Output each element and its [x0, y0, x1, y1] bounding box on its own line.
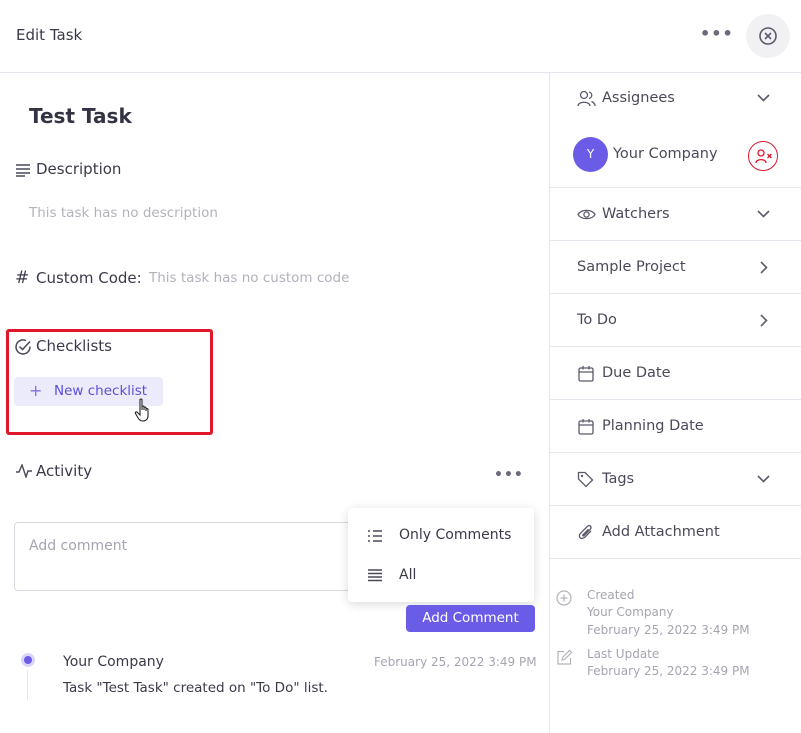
created-label: Created [587, 588, 635, 602]
chevron-right-icon [760, 314, 768, 327]
chevron-down-icon [757, 210, 770, 218]
timeline-line [27, 670, 28, 700]
paperclip-icon [578, 524, 592, 540]
chevron-right-icon [760, 261, 768, 274]
task-title[interactable]: Test Task [29, 104, 132, 128]
checklist-icon [15, 339, 31, 355]
description-label: Description [36, 160, 122, 178]
due-date-row[interactable]: Due Date [550, 347, 801, 400]
filter-all-label: All [399, 567, 417, 583]
filter-only-comments[interactable]: Only Comments [348, 518, 534, 554]
checklists-label: Checklists [36, 337, 112, 355]
eye-icon [577, 209, 596, 220]
list-icon [368, 530, 382, 542]
chevron-down-icon [757, 475, 770, 483]
edit-icon [557, 649, 573, 665]
timeline-dot [21, 653, 35, 667]
watchers-label: Watchers [602, 206, 670, 222]
chevron-down-icon[interactable] [757, 94, 770, 102]
tag-icon [577, 471, 594, 488]
more-options-button[interactable]: ••• [700, 22, 733, 48]
calendar-icon [578, 366, 594, 382]
description-icon [16, 164, 30, 177]
watchers-row[interactable]: Watchers [550, 188, 801, 241]
hash-icon: # [15, 268, 30, 288]
remove-assignee-button[interactable] [748, 141, 778, 171]
list-label: To Do [577, 312, 617, 328]
modal-title: Edit Task [16, 26, 83, 44]
tags-row[interactable]: Tags [550, 453, 801, 506]
add-attachment-label: Add Attachment [602, 524, 720, 540]
activity-user: Your Company [63, 654, 164, 670]
add-attachment-row[interactable]: Add Attachment [550, 506, 801, 559]
activity-filter-button[interactable]: ••• [494, 463, 523, 489]
planning-date-label: Planning Date [602, 418, 704, 434]
custom-code-label: Custom Code: [36, 269, 142, 287]
due-date-label: Due Date [602, 365, 671, 381]
list-row[interactable]: To Do [550, 294, 801, 347]
new-checklist-label: New checklist [54, 383, 148, 399]
modal-header [0, 0, 801, 73]
assignees-label[interactable]: Assignees [602, 90, 675, 106]
plus-icon: + [29, 381, 43, 400]
activity-label: Activity [36, 462, 93, 480]
comment-placeholder: Add comment [29, 538, 128, 554]
description-text[interactable]: This task has no description [29, 205, 218, 221]
hand-cursor-icon [134, 398, 149, 422]
lines-icon [368, 569, 382, 582]
planning-date-row[interactable]: Planning Date [550, 400, 801, 453]
close-button[interactable] [746, 14, 790, 58]
activity-icon [16, 464, 32, 478]
avatar[interactable]: Y [573, 137, 608, 172]
filter-all[interactable]: All [348, 558, 534, 594]
activity-date: February 25, 2022 3:49 PM [374, 655, 537, 669]
users-icon [577, 90, 596, 107]
activity-text: Task "Test Task" created on "To Do" list… [63, 680, 328, 696]
calendar-icon [578, 419, 594, 435]
assignee-name: Your Company [613, 146, 718, 162]
custom-code-text[interactable]: This task has no custom code [149, 270, 349, 286]
created-by: Your Company [587, 605, 674, 619]
last-update-label: Last Update [587, 647, 660, 661]
user-remove-icon [755, 149, 772, 164]
created-date: February 25, 2022 3:49 PM [587, 623, 750, 637]
close-icon [759, 27, 777, 45]
last-update-date: February 25, 2022 3:49 PM [587, 664, 750, 678]
project-label: Sample Project [577, 259, 686, 275]
filter-only-comments-label: Only Comments [399, 527, 512, 543]
activity-filter-menu: Only Comments All [348, 508, 534, 602]
project-row[interactable]: Sample Project [550, 241, 801, 294]
add-comment-button[interactable]: Add Comment [406, 605, 535, 632]
tags-label: Tags [602, 471, 635, 487]
plus-circle-icon [556, 590, 572, 606]
